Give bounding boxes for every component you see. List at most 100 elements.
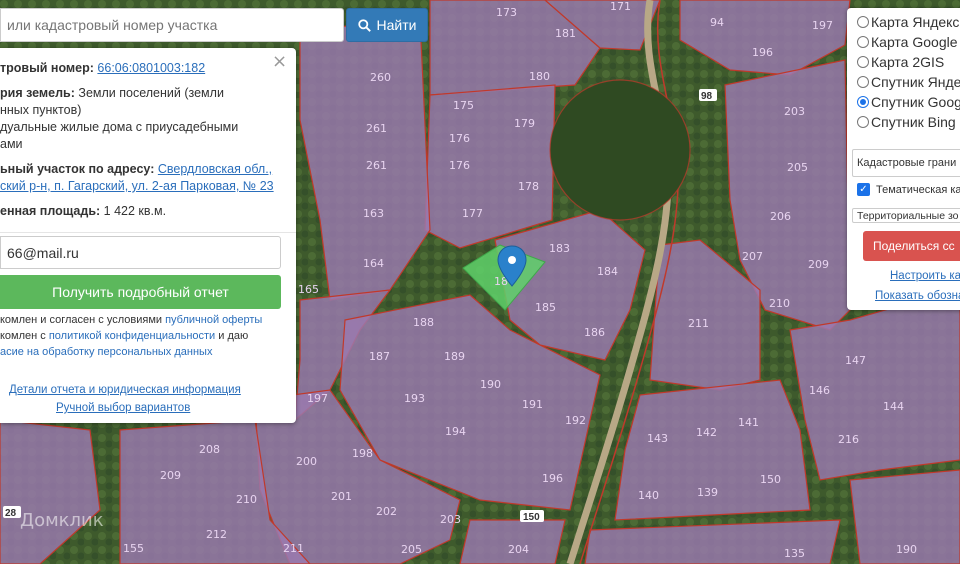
layer-option-0[interactable]: Карта Яндекс bbox=[857, 14, 959, 30]
radio-icon[interactable] bbox=[857, 36, 869, 48]
address-link-2[interactable]: ский р-н, п. Гагарский, ул. 2-ая Паркова… bbox=[0, 179, 274, 193]
radio-icon[interactable] bbox=[857, 76, 869, 88]
configure-map-link[interactable]: Настроить кар bbox=[890, 270, 960, 282]
radio-icon[interactable] bbox=[857, 116, 869, 128]
layer-option-3[interactable]: Спутник Янде bbox=[857, 74, 960, 90]
search-button-label: Найти bbox=[376, 17, 417, 33]
radio-icon[interactable] bbox=[857, 56, 869, 68]
svg-text:190: 190 bbox=[896, 543, 917, 556]
svg-text:210: 210 bbox=[769, 297, 790, 310]
svg-text:171: 171 bbox=[610, 0, 631, 13]
consent-text-2a: комлен с bbox=[0, 330, 49, 342]
svg-text:28: 28 bbox=[5, 508, 17, 519]
svg-text:181: 181 bbox=[555, 27, 576, 40]
search-icon bbox=[357, 18, 371, 32]
svg-text:147: 147 bbox=[845, 354, 866, 367]
share-link-button[interactable]: Поделиться сс bbox=[863, 231, 960, 261]
search-button[interactable]: Найти bbox=[346, 8, 428, 42]
svg-text:155: 155 bbox=[123, 542, 144, 555]
svg-text:135: 135 bbox=[784, 547, 805, 560]
layer-option-label: Спутник Goog bbox=[871, 94, 960, 110]
search-input[interactable] bbox=[0, 8, 344, 42]
email-field[interactable] bbox=[0, 236, 281, 269]
svg-text:164: 164 bbox=[363, 257, 384, 270]
svg-text:261: 261 bbox=[366, 122, 387, 135]
thematic-map-checkbox-row[interactable]: ✓ Тематическая ка bbox=[857, 183, 960, 196]
svg-text:197: 197 bbox=[812, 19, 833, 32]
layer-option-label: Карта Яндекс bbox=[871, 14, 960, 30]
svg-text:188: 188 bbox=[413, 316, 434, 329]
show-legend-link[interactable]: Показать обозна bbox=[875, 290, 960, 302]
category-value: Земли поселений (земли bbox=[78, 86, 224, 100]
close-icon[interactable]: × bbox=[272, 53, 287, 71]
layer-option-label: Карта Google bbox=[871, 34, 958, 50]
svg-text:196: 196 bbox=[752, 46, 773, 59]
svg-text:209: 209 bbox=[160, 469, 181, 482]
cadastral-layer-select[interactable]: Кадастровые грани bbox=[852, 149, 960, 177]
layer-option-1[interactable]: Карта Google bbox=[857, 34, 958, 50]
svg-text:189: 189 bbox=[444, 350, 465, 363]
area-label: енная площадь: bbox=[0, 204, 101, 218]
thematic-map-label: Тематическая ка bbox=[876, 183, 960, 196]
personal-data-link[interactable]: асие на обработку персональных данных bbox=[0, 346, 212, 358]
cadastral-number-row: тровый номер: 66:06:0801003:182 bbox=[0, 60, 270, 77]
svg-text:210: 210 bbox=[236, 493, 257, 506]
svg-text:143: 143 bbox=[647, 432, 668, 445]
svg-text:173: 173 bbox=[496, 6, 517, 19]
svg-text:175: 175 bbox=[453, 99, 474, 112]
svg-text:194: 194 bbox=[445, 425, 466, 438]
layer-option-2[interactable]: Карта 2GIS bbox=[857, 54, 944, 70]
radio-icon[interactable] bbox=[857, 16, 869, 28]
category-label: рия земель: bbox=[0, 86, 75, 100]
address-cont: ский р-н, п. Гагарский, ул. 2-ая Паркова… bbox=[0, 178, 274, 195]
use-value-1: дуальные жилые дома с приусадебными bbox=[0, 120, 239, 134]
checkbox-checked-icon[interactable]: ✓ bbox=[857, 183, 870, 196]
svg-text:204: 204 bbox=[508, 543, 529, 556]
svg-text:201: 201 bbox=[331, 490, 352, 503]
svg-text:198: 198 bbox=[352, 447, 373, 460]
consent-text-1: комлен и согласен с условиями bbox=[0, 314, 166, 326]
svg-text:150: 150 bbox=[523, 512, 540, 523]
svg-text:184: 184 bbox=[597, 265, 618, 278]
address-link-1[interactable]: Свердловская обл., bbox=[158, 162, 272, 176]
svg-text:216: 216 bbox=[838, 433, 859, 446]
layer-option-5[interactable]: Спутник Bing bbox=[857, 114, 956, 130]
domclick-watermark: Домклик bbox=[20, 510, 104, 531]
svg-text:139: 139 bbox=[697, 486, 718, 499]
plot-info-panel: × тровый номер: 66:06:0801003:182 рия зе… bbox=[0, 48, 296, 423]
layer-option-4[interactable]: Спутник Goog bbox=[857, 94, 960, 110]
territorial-zone-select[interactable]: Территориальные зо bbox=[852, 208, 960, 223]
svg-text:200: 200 bbox=[296, 455, 317, 468]
category-value-cont: нных пунктов) bbox=[0, 102, 270, 119]
svg-text:140: 140 bbox=[638, 489, 659, 502]
land-category-row: рия земель: Земли поселений (земли bbox=[0, 85, 270, 102]
svg-text:187: 187 bbox=[369, 350, 390, 363]
svg-text:207: 207 bbox=[742, 250, 763, 263]
cadastral-number-link[interactable]: 66:06:0801003:182 bbox=[97, 61, 205, 75]
manual-selection-link[interactable]: Ручной выбор вариантов bbox=[56, 400, 190, 417]
radio-selected-icon[interactable] bbox=[857, 96, 869, 108]
svg-text:191: 191 bbox=[522, 398, 543, 411]
svg-text:206: 206 bbox=[770, 210, 791, 223]
address-label: ьный участок по адресу: bbox=[0, 162, 155, 176]
area-row: енная площадь: 1 422 кв.м. bbox=[0, 203, 270, 220]
get-report-button[interactable]: Получить подробный отчет bbox=[0, 275, 281, 309]
report-details-link[interactable]: Детали отчета и юридическая информация bbox=[9, 382, 241, 399]
privacy-policy-link[interactable]: политикой конфиденциальности bbox=[49, 330, 215, 342]
svg-text:177: 177 bbox=[462, 207, 483, 220]
svg-text:205: 205 bbox=[787, 161, 808, 174]
svg-text:144: 144 bbox=[883, 400, 904, 413]
map-layers-panel: Карта Яндекс Карта Google Карта 2GIS Спутни… bbox=[847, 8, 960, 310]
svg-text:180: 180 bbox=[529, 70, 550, 83]
consent-text-2c: и даю bbox=[215, 330, 249, 342]
public-offer-link[interactable]: публичной оферты bbox=[165, 314, 262, 326]
central-roundabout-forest bbox=[549, 79, 691, 221]
svg-text:212: 212 bbox=[206, 528, 227, 541]
road-badge-150: 150 bbox=[520, 510, 544, 523]
consent-line-2: комлен с политикой конфиденциальности и … bbox=[0, 328, 290, 344]
layer-option-label: Спутник Янде bbox=[871, 74, 960, 90]
cadastral-layer-select-value: Кадастровые грани bbox=[857, 157, 957, 169]
svg-text:146: 146 bbox=[809, 384, 830, 397]
svg-text:98: 98 bbox=[701, 91, 713, 102]
svg-text:209: 209 bbox=[808, 258, 829, 271]
